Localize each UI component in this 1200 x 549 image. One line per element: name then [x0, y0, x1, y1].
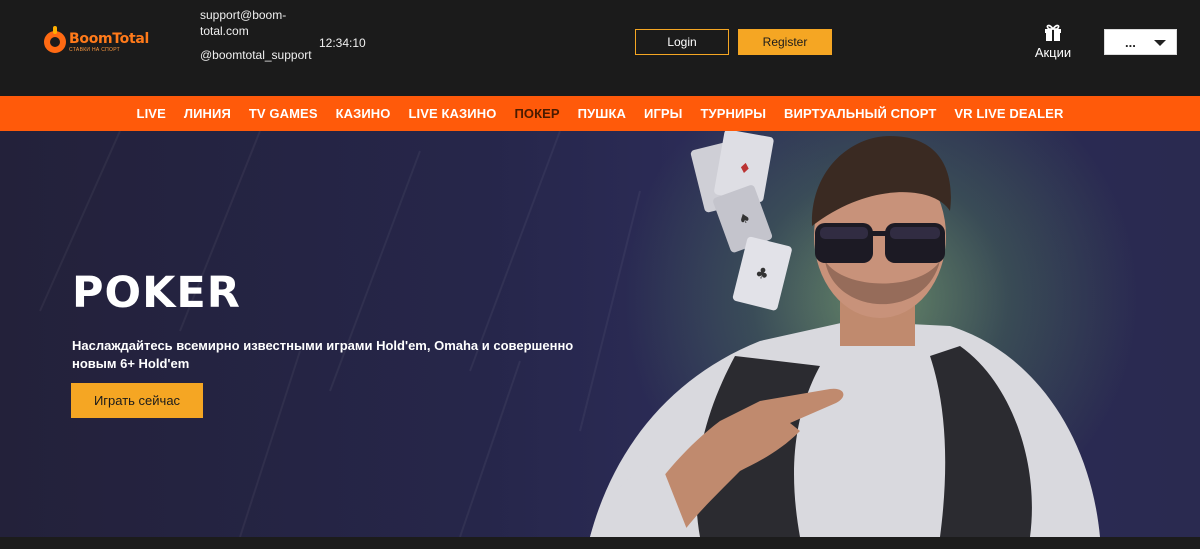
- support-email-link[interactable]: support@boom-total.com: [200, 7, 305, 39]
- clock: 12:34:10: [319, 36, 366, 50]
- promotions-label: Акции: [1034, 45, 1072, 60]
- language-select[interactable]: ...: [1104, 29, 1177, 55]
- poker-player-illustration: ♠ ♦ ♠ ♣: [590, 131, 1100, 537]
- language-select-value: ...: [1125, 34, 1136, 50]
- nav-item-live[interactable]: LIVE: [137, 106, 166, 121]
- support-contacts: support@boom-total.com @boomtotal_suppor…: [200, 7, 312, 63]
- hero-subtitle: Наслаждайтесь всемирно известными играми…: [72, 338, 574, 371]
- chevron-down-icon: [1154, 40, 1166, 46]
- hero-title: POKER: [72, 268, 241, 318]
- nav-item-virtual-sport[interactable]: ВИРТУАЛЬНЫЙ СПОРТ: [784, 106, 936, 121]
- nav-item-cannon[interactable]: ПУШКА: [578, 106, 626, 121]
- main-nav: LIVE ЛИНИЯ TV GAMES КАЗИНО LIVE КАЗИНО П…: [0, 96, 1200, 131]
- footer-strip: [0, 537, 1200, 549]
- nav-item-casino[interactable]: КАЗИНО: [336, 106, 391, 121]
- logo[interactable]: BoomTotal СТАВКИ НА СПОРТ: [44, 26, 162, 58]
- gift-icon: [1045, 24, 1061, 41]
- register-button[interactable]: Register: [738, 29, 832, 55]
- nav-item-poker[interactable]: ПОКЕР: [514, 106, 559, 121]
- nav-item-tournaments[interactable]: ТУРНИРЫ: [701, 106, 767, 121]
- support-telegram-link[interactable]: @boomtotal_support: [200, 47, 312, 63]
- playing-cards-image: ♠ ♦ ♠ ♣: [690, 131, 792, 311]
- hero-banner: ♠ ♦ ♠ ♣: [0, 131, 1200, 537]
- play-now-button[interactable]: Играть сейчас: [71, 383, 203, 418]
- header: BoomTotal СТАВКИ НА СПОРТ support@boom-t…: [0, 0, 1200, 96]
- logo-tagline: СТАВКИ НА СПОРТ: [69, 46, 120, 53]
- nav-item-vr-live-dealer[interactable]: VR LIVE DEALER: [954, 106, 1063, 121]
- logo-mark-icon: [44, 26, 66, 53]
- nav-item-tv-games[interactable]: TV GAMES: [249, 106, 318, 121]
- nav-item-games[interactable]: ИГРЫ: [644, 106, 683, 121]
- nav-item-line[interactable]: ЛИНИЯ: [184, 106, 231, 121]
- promotions-link[interactable]: Акции: [1030, 22, 1076, 62]
- login-button[interactable]: Login: [635, 29, 729, 55]
- logo-wordmark: BoomTotal: [69, 30, 150, 47]
- nav-item-live-casino[interactable]: LIVE КАЗИНО: [409, 106, 497, 121]
